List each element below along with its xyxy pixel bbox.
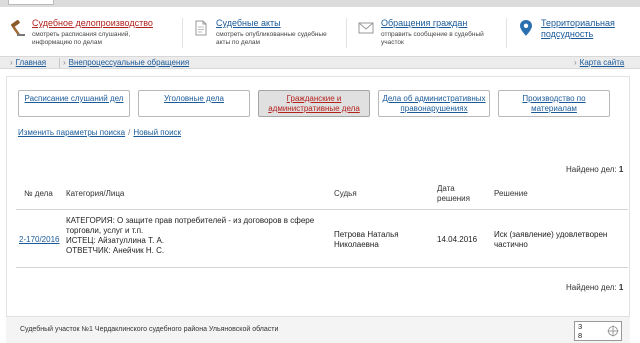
- nav-territorial-jurisdiction-title[interactable]: Территориальная подсудность: [541, 18, 633, 40]
- category-line: торговли, услуг и т.п.: [66, 226, 144, 235]
- found-count-bottom: Найдено дел: 1: [566, 283, 623, 292]
- col-header-decision: Решение: [494, 189, 528, 198]
- map-pin-icon: [520, 20, 532, 36]
- tab-admin-offenses[interactable]: Дела об административных правонарушениях: [378, 90, 490, 117]
- judge-line: Петрова Наталья: [334, 230, 399, 239]
- site-logo[interactable]: [8, 0, 54, 5]
- top-navigation: Судебное делопроизводство смотреть распи…: [0, 12, 640, 54]
- counter-top-value: 3: [578, 322, 583, 331]
- tab-civil-admin-cases[interactable]: Гражданские и административные дела: [258, 90, 370, 117]
- footer-court-name: Судебный участок №1 Чердаклинского судеб…: [20, 326, 279, 333]
- nav-citizen-appeals[interactable]: Обращения граждан отправить сообщение в …: [357, 18, 507, 50]
- plaintiff: ИСТЕЦ: Айзатуллина Т. А.: [66, 236, 165, 245]
- found-label: Найдено дел:: [566, 165, 617, 174]
- col-header-date: Дата решения: [437, 184, 470, 203]
- chevron-right-icon: ›: [63, 58, 66, 67]
- chevron-right-icon: ›: [574, 58, 577, 67]
- nav-case-proceedings-title[interactable]: Судебное делопроизводство: [32, 18, 153, 28]
- table-divider: [16, 209, 628, 210]
- breadcrumb-home-label[interactable]: Главная: [16, 58, 46, 67]
- found-label: Найдено дел:: [566, 283, 617, 292]
- separator: /: [128, 128, 131, 137]
- chevron-right-icon: ›: [10, 58, 13, 67]
- breadcrumb-home[interactable]: › Главная: [10, 58, 46, 67]
- divider: [59, 58, 60, 68]
- sitemap-label[interactable]: Карта сайта: [580, 58, 625, 67]
- divider: [346, 18, 347, 48]
- case-number-link[interactable]: 2-170/2016: [19, 235, 59, 245]
- search-params: Изменить параметры поиска / Новый поиск: [18, 128, 181, 137]
- case-decision: Иск (заявление) удовлетворен частично: [494, 230, 607, 250]
- visit-counter[interactable]: 3 8: [574, 321, 622, 341]
- case-category: КАТЕГОРИЯ: О защите прав потребителей - …: [66, 216, 328, 256]
- new-search-link[interactable]: Новый поиск: [133, 128, 181, 137]
- nav-citizen-appeals-subtitle: отправить сообщение в судебный участок: [381, 31, 484, 46]
- tab-hearing-schedule[interactable]: Расписание слушаний дел: [18, 90, 130, 117]
- sitemap-link[interactable]: › Карта сайта: [574, 58, 624, 67]
- found-count: 1: [618, 283, 624, 292]
- decision-line: Иск (заявление) удовлетворен: [494, 230, 608, 239]
- tab-criminal-cases[interactable]: Уголовные дела: [138, 90, 250, 117]
- divider: [182, 18, 183, 48]
- judge-line: Николаевна: [334, 240, 379, 249]
- footer: Судебный участок №1 Чердаклинского судеб…: [6, 316, 630, 343]
- nav-court-acts-subtitle: смотреть опубликованные судебные акты по…: [216, 31, 327, 46]
- nav-case-proceedings-subtitle: смотреть расписания слушаний, информацию…: [32, 31, 131, 46]
- breadcrumb-current-label[interactable]: Внепроцессуальные обращения: [69, 58, 190, 67]
- case-judge: Петрова Наталья Николаевна: [334, 230, 399, 250]
- nav-court-acts-title[interactable]: Судебные акты: [216, 18, 281, 28]
- defendant: ОТВЕТЧИК: Анейчик Н. С.: [66, 246, 165, 255]
- gavel-icon: [10, 19, 25, 36]
- case-number[interactable]: 2-170/2016: [19, 235, 59, 244]
- divider: [506, 18, 507, 48]
- document-icon: [195, 20, 207, 36]
- case-decision-date: 14.04.2016: [437, 235, 478, 244]
- breadcrumb-current[interactable]: › Внепроцессуальные обращения: [63, 58, 189, 67]
- nav-court-acts[interactable]: Судебные акты смотреть опубликованные су…: [192, 18, 352, 50]
- top-strip: [0, 0, 640, 7]
- tab-materials-proceedings[interactable]: Производство по материалам: [498, 90, 610, 117]
- col-header-category: Категория/Лица: [66, 189, 125, 198]
- nav-territorial-jurisdiction[interactable]: Территориальная подсудность: [517, 18, 635, 50]
- table-divider: [16, 267, 628, 268]
- envelope-icon: [358, 22, 374, 34]
- crosshair-icon: [607, 325, 619, 337]
- change-search-params-link[interactable]: Изменить параметры поиска: [18, 128, 125, 137]
- counter-bottom-value: 8: [578, 331, 583, 340]
- col-header-number: № дела: [24, 189, 53, 198]
- category-line: КАТЕГОРИЯ: О защите прав потребителей - …: [66, 216, 315, 225]
- found-count-top: Найдено дел: 1: [566, 165, 623, 174]
- decision-line: частично: [494, 240, 528, 249]
- found-count: 1: [618, 165, 624, 174]
- nav-citizen-appeals-title[interactable]: Обращения граждан: [381, 18, 467, 28]
- col-header-judge: Судья: [334, 189, 357, 198]
- breadcrumb: › Главная › Внепроцессуальные обращения › К…: [0, 56, 640, 69]
- nav-case-proceedings[interactable]: Судебное делопроизводство смотреть распи…: [8, 18, 178, 50]
